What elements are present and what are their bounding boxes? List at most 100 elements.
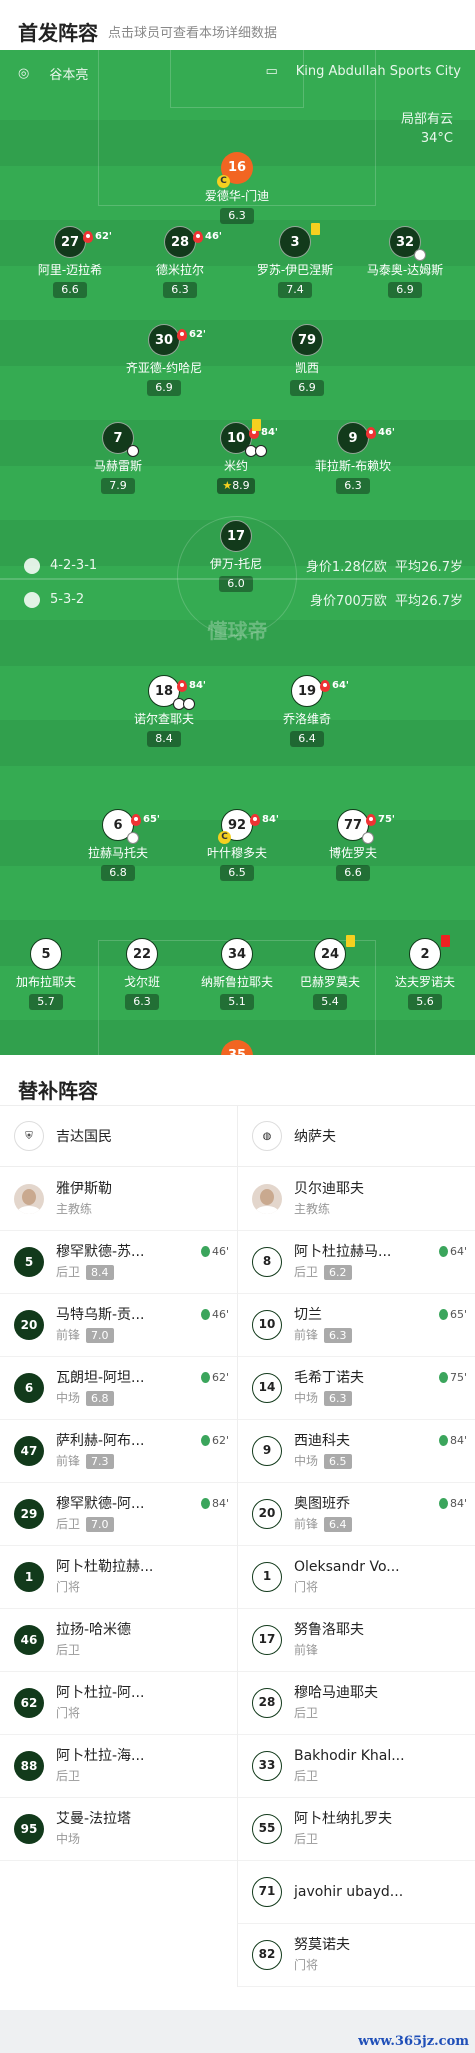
sub-in-indicator: 62' <box>200 1434 229 1447</box>
sub-in-icon <box>438 1498 448 1509</box>
player-3[interactable]: 3 罗苏-伊巴涅斯 7.4 <box>240 223 350 298</box>
player-name: 博佐罗夫 <box>328 846 377 860</box>
jersey-number: 5 <box>30 938 62 970</box>
coach-avatar <box>252 1183 282 1214</box>
player-27[interactable]: 27 62' 阿里-迈拉希 6.6 <box>15 226 125 298</box>
player-19[interactable]: 19 64' 乔洛维奇 6.4 <box>252 675 362 747</box>
player-9[interactable]: 9 46' 菲拉斯-布赖坎 6.3 <box>298 422 408 494</box>
sub-row[interactable]: 95 艾曼-法拉塔 中场 <box>0 1798 237 1861</box>
sub-row[interactable]: 47 萨利赫-阿布... 前锋 7.3 62' <box>0 1420 237 1483</box>
sub-out-indicator: 64' <box>320 670 349 702</box>
sub-row[interactable]: 9 西迪科夫 中场 6.5 84' <box>238 1420 475 1483</box>
sub-out-indicator: 65' <box>131 804 160 836</box>
player-30[interactable]: 30 62' 齐亚德-约哈尼 6.9 <box>109 324 219 396</box>
away-coach[interactable]: 贝尔迪耶夫 主教练 <box>238 1167 475 1231</box>
sub-name: 穆哈马迪耶夫 <box>294 1685 378 1701</box>
sub-row[interactable]: 29 穆罕默德-阿... 后卫 7.0 84' <box>0 1483 237 1546</box>
substitution-icon <box>193 231 203 243</box>
sub-name: Bakhodir Khal... <box>294 1748 405 1764</box>
player-17[interactable]: 17 伊万-托尼 6.0 <box>181 520 291 592</box>
player-name: 达夫罗诺夫 <box>394 975 455 989</box>
sub-in-indicator: 84' <box>438 1497 467 1510</box>
player-5[interactable]: 5 加布拉耶夫 5.7 <box>0 938 101 1010</box>
sub-row[interactable]: 82 努莫诺夫 门将 <box>238 1924 475 1987</box>
sub-row[interactable]: 62 阿卜杜拉-阿... 门将 <box>0 1672 237 1735</box>
stadium-icon: ▭ <box>265 64 278 79</box>
player-77[interactable]: 77 75' 博佐罗夫 6.6 <box>298 809 408 881</box>
sub-position: 前锋 <box>294 1643 319 1657</box>
sub-row[interactable]: 17 努鲁洛耶夫 前锋 <box>238 1609 475 1672</box>
sub-row[interactable]: 46 拉扬-哈米德 后卫 <box>0 1609 237 1672</box>
sub-number: 88 <box>14 1751 44 1781</box>
sub-number: 14 <box>252 1373 282 1403</box>
sub-name: 努莫诺夫 <box>294 1937 350 1953</box>
sub-name: Oleksandr Vo... <box>294 1559 400 1575</box>
player-7[interactable]: 7 马赫雷斯 7.9 <box>63 422 173 494</box>
player-22[interactable]: 22 戈尔班 6.3 <box>87 938 197 1010</box>
sub-position: 中场 <box>294 1391 319 1405</box>
player-rating: 6.9 <box>147 380 181 396</box>
player-18[interactable]: 18 84' 诺尔查耶夫 8.4 <box>109 675 219 747</box>
player-35[interactable]: 35内马托夫6.5 <box>182 1040 292 1055</box>
star-icon: ★ <box>222 479 233 492</box>
player-24[interactable]: 24 巴赫罗莫夫 5.4 <box>275 935 385 1010</box>
away-team-tab[interactable]: ◍ 纳萨夫 <box>237 1106 475 1166</box>
player-rating: 6.3 <box>220 208 254 224</box>
sub-row[interactable]: 10 切兰 前锋 6.3 65' <box>238 1294 475 1357</box>
home-coach[interactable]: 雅伊斯勒 主教练 <box>0 1167 237 1231</box>
player-rating: 6.4 <box>290 731 324 747</box>
sub-name: 努鲁洛耶夫 <box>294 1622 364 1638</box>
sub-row[interactable]: 88 阿卜杜拉-海... 后卫 <box>0 1735 237 1798</box>
sub-in-indicator: 46' <box>200 1245 229 1258</box>
sub-row[interactable]: 5 穆罕默德-苏... 后卫 8.4 46' <box>0 1231 237 1294</box>
sub-in-icon <box>438 1435 448 1446</box>
sub-row[interactable]: 55 阿卜杜纳扎罗夫 后卫 <box>238 1798 475 1861</box>
player-92[interactable]: 92 84' C 叶什穆多夫 6.5 <box>182 809 292 881</box>
player-2[interactable]: 2 达夫罗诺夫 5.6 <box>370 935 475 1010</box>
sub-row[interactable]: 8 阿卜杜拉赫马... 后卫 6.2 64' <box>238 1231 475 1294</box>
sub-rating: 6.8 <box>86 1390 114 1406</box>
sub-name: 萨利赫-阿布... <box>56 1433 145 1449</box>
player-16[interactable]: 16 C 爱德华-门迪 6.3 <box>182 152 292 224</box>
player-6[interactable]: 6 65' 拉赫马托夫 6.8 <box>63 809 173 881</box>
assist-icon <box>127 832 139 844</box>
player-32[interactable]: 32 马泰奥-达姆斯 6.9 <box>350 226 460 298</box>
home-team-tab[interactable]: ⛨ 吉达国民 <box>0 1106 237 1166</box>
sub-minute: 62' <box>189 329 206 340</box>
yellow-card-icon <box>346 935 355 947</box>
sub-row[interactable]: 71 javohir ubayd... <box>238 1861 475 1924</box>
substitution-icon <box>320 680 330 692</box>
sub-row[interactable]: 14 毛希丁诺夫 中场 6.3 75' <box>238 1357 475 1420</box>
sub-number: 82 <box>252 1940 282 1970</box>
player-79[interactable]: 79 凯西 6.9 <box>252 324 362 396</box>
player-28[interactable]: 28 46' 德米拉尔 6.3 <box>125 226 235 298</box>
sub-number: 33 <box>252 1751 282 1781</box>
player-rating: 6.3 <box>125 994 159 1010</box>
sub-number: 62 <box>14 1688 44 1718</box>
sub-row[interactable]: 1 Oleksandr Vo... 门将 <box>238 1546 475 1609</box>
sub-position: 前锋 <box>294 1328 319 1342</box>
sub-row[interactable]: 6 瓦朗坦-阿坦... 中场 6.8 62' <box>0 1357 237 1420</box>
sub-row[interactable]: 1 阿卜杜勒拉赫... 门将 <box>0 1546 237 1609</box>
sub-row[interactable]: 28 穆哈马迪耶夫 后卫 <box>238 1672 475 1735</box>
jersey-number: 34 <box>221 938 253 970</box>
sub-row[interactable]: 33 Bakhodir Khal... 后卫 <box>238 1735 475 1798</box>
sub-in-icon <box>200 1309 210 1320</box>
goal-ball-icon <box>255 445 267 457</box>
sub-number: 29 <box>14 1499 44 1529</box>
sub-minute: 62' <box>95 231 112 242</box>
player-name: 罗苏-伊巴涅斯 <box>256 263 334 277</box>
player-10[interactable]: 10 84' 米约 ★8.9 <box>181 419 291 494</box>
sub-number: 20 <box>14 1310 44 1340</box>
sub-in-indicator: 65' <box>438 1308 467 1321</box>
player-name: 伊万-托尼 <box>209 557 263 571</box>
sub-position: 门将 <box>56 1580 81 1594</box>
jersey-number: 16 C <box>217 152 253 188</box>
sub-number: 28 <box>252 1688 282 1718</box>
sub-row[interactable]: 20 奥图班乔 前锋 6.4 84' <box>238 1483 475 1546</box>
jersey-number: 9 46' <box>337 422 395 454</box>
player-rating: 6.9 <box>290 380 324 396</box>
jersey-number: 18 84' <box>148 675 206 710</box>
player-name: 齐亚德-约哈尼 <box>125 361 203 375</box>
sub-row[interactable]: 20 马特乌斯-贡... 前锋 7.0 46' <box>0 1294 237 1357</box>
